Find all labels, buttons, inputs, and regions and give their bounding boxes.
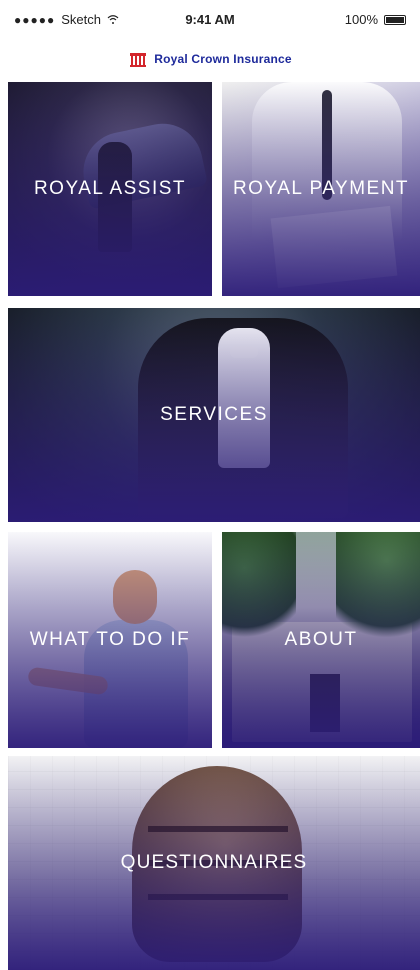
tile-questionnaires[interactable]: QUESTIONNAIRES — [8, 756, 420, 970]
tile-label: ROYAL PAYMENT — [232, 178, 410, 199]
status-bar: ●●●●● Sketch 9:41 AM 100% — [0, 0, 420, 40]
tile-services[interactable]: SERVICES — [8, 308, 420, 522]
crown-logo-icon — [130, 53, 147, 67]
brand-header: Royal Crown Insurance — [0, 42, 420, 76]
tile-what-to-do-if[interactable]: WHAT TO DO IF — [8, 532, 212, 748]
battery-percent: 100% — [344, 12, 378, 27]
tile-about[interactable]: ABOUT — [222, 532, 420, 748]
tile-royal-assist[interactable]: ROYAL ASSIST — [8, 82, 212, 296]
battery-icon — [384, 14, 406, 25]
tile-label: WHAT TO DO IF — [29, 629, 191, 650]
status-right: 100% — [345, 12, 406, 27]
tile-label: ROYAL ASSIST — [33, 178, 187, 199]
tile-royal-payment[interactable]: ROYAL PAYMENT — [222, 82, 420, 296]
tile-label: QUESTIONNAIRES — [120, 852, 308, 873]
tile-label: ABOUT — [284, 629, 358, 650]
brand-name: Royal Crown Insurance — [154, 52, 292, 66]
tile-label: SERVICES — [160, 404, 268, 425]
